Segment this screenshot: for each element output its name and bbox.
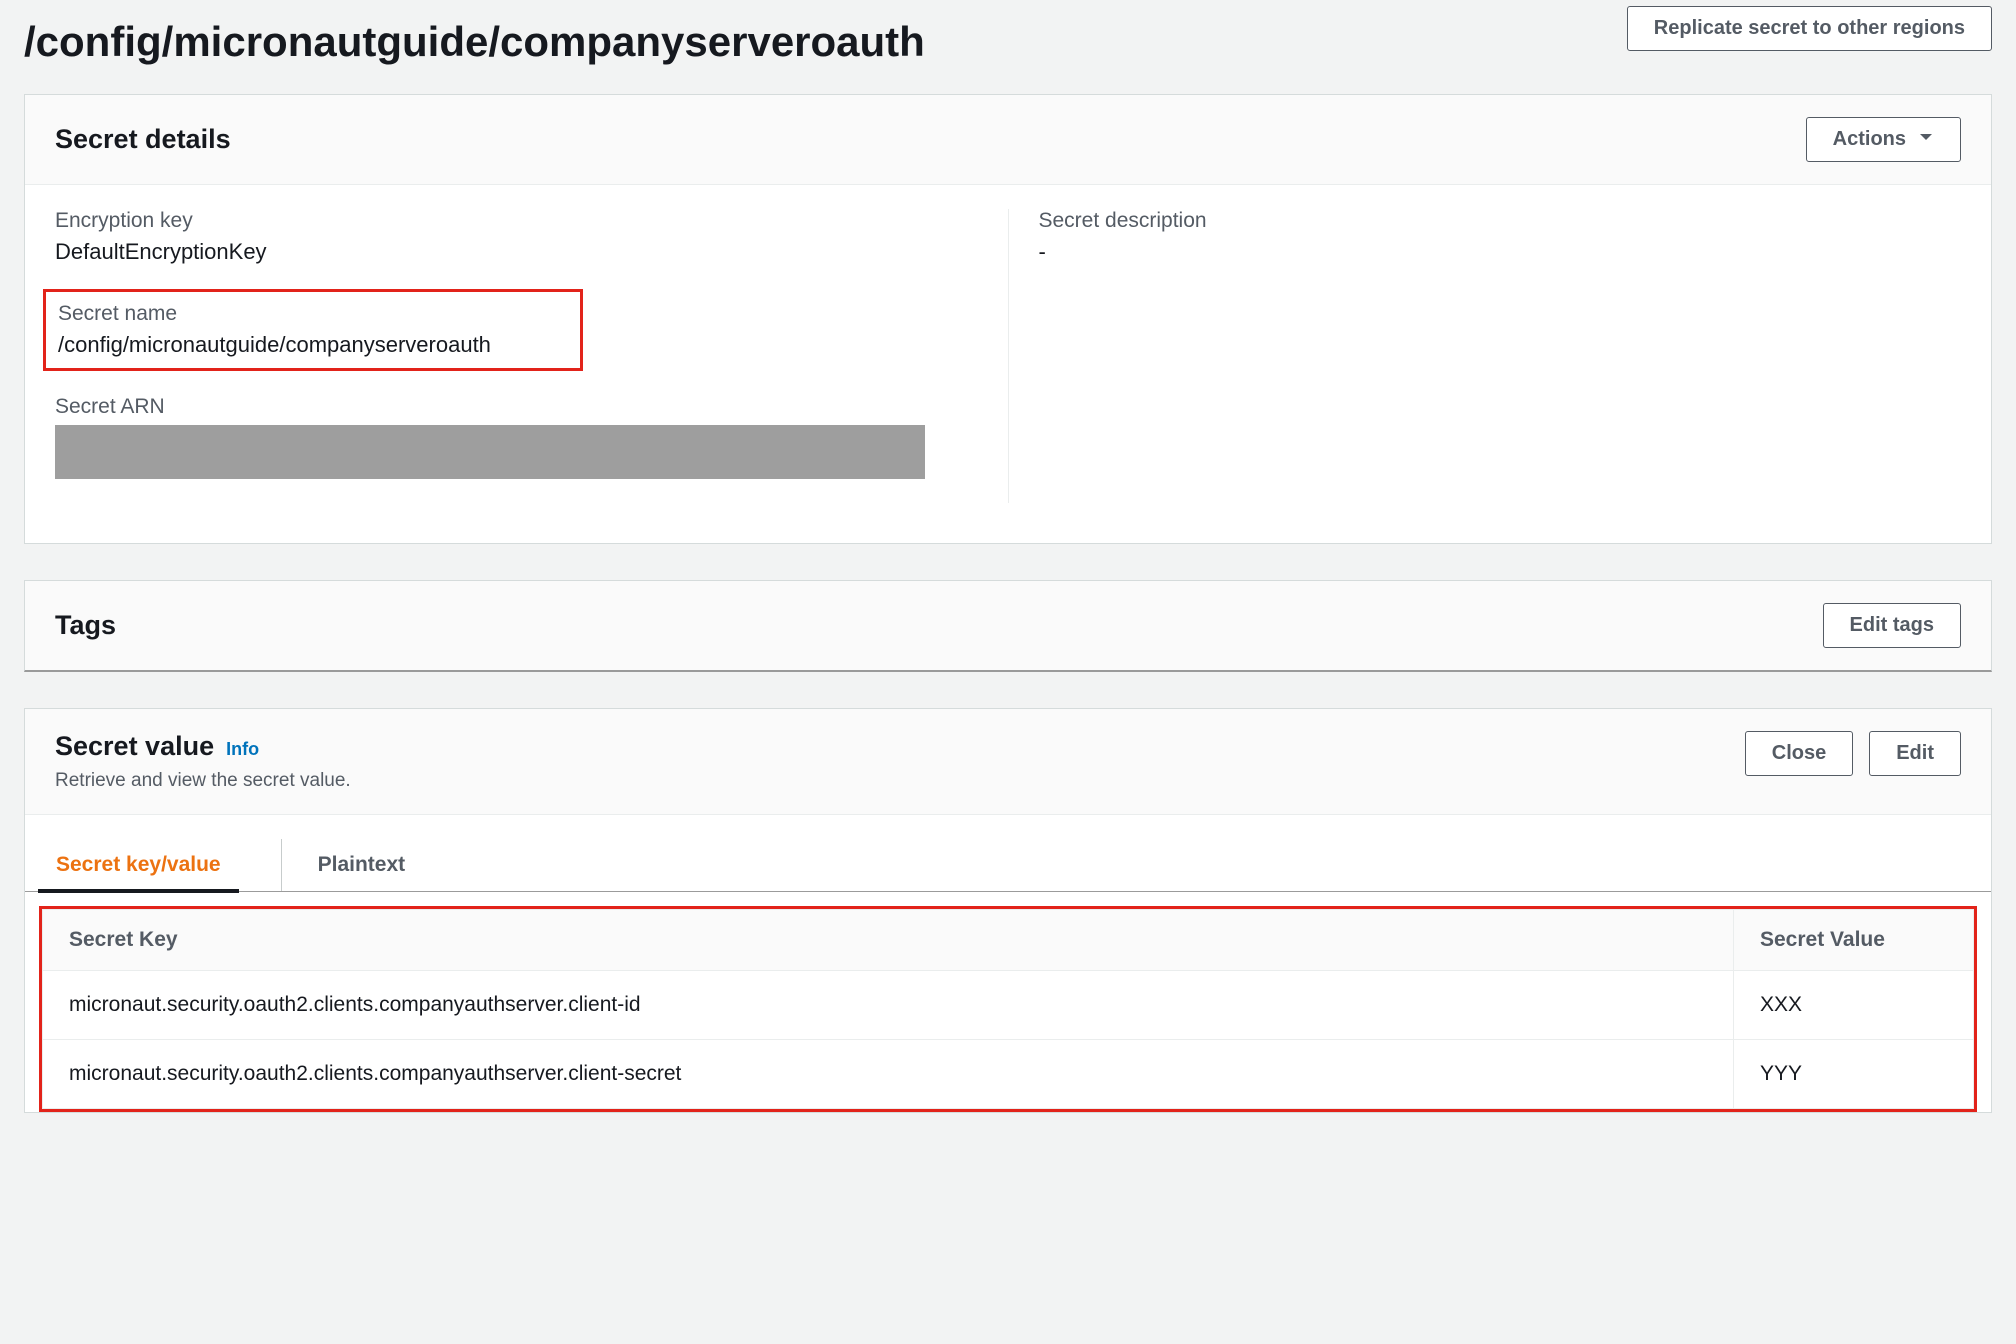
secret-value-cell: YYY	[1734, 1040, 1974, 1109]
tab-plaintext[interactable]: Plaintext	[281, 839, 406, 891]
col-secret-value: Secret Value	[1734, 910, 1974, 971]
secret-value-tabs: Secret key/value Plaintext	[25, 815, 1991, 892]
secret-kv-highlight: Secret Key Secret Value micronaut.securi…	[39, 906, 1977, 1112]
encryption-key-field: Encryption key DefaultEncryptionKey	[55, 209, 978, 265]
secret-name-highlight: Secret name /config/micronautguide/compa…	[43, 289, 583, 371]
table-row: micronaut.security.oauth2.clients.compan…	[43, 1040, 1974, 1109]
secret-value-panel: Secret value Info Retrieve and view the …	[24, 708, 1992, 1113]
tags-panel: Tags Edit tags	[24, 580, 1992, 672]
replicate-secret-button[interactable]: Replicate secret to other regions	[1627, 6, 1992, 51]
secret-description-label: Secret description	[1039, 209, 1962, 233]
actions-button-label: Actions	[1833, 128, 1906, 151]
secret-arn-field: Secret ARN	[55, 395, 978, 479]
secret-description-value: -	[1039, 239, 1962, 265]
edit-tags-button[interactable]: Edit tags	[1823, 603, 1961, 648]
secret-arn-redacted	[55, 425, 925, 479]
secret-value-heading: Secret value	[55, 731, 214, 762]
secret-kv-table: Secret Key Secret Value micronaut.securi…	[42, 909, 1974, 1109]
secret-details-panel: Secret details Actions Encryption key De…	[24, 94, 1992, 544]
secret-key-cell: micronaut.security.oauth2.clients.compan…	[43, 971, 1734, 1040]
actions-button[interactable]: Actions	[1806, 117, 1961, 162]
secret-description-field: Secret description -	[1039, 209, 1962, 265]
secret-value-description: Retrieve and view the secret value.	[55, 770, 351, 792]
info-link[interactable]: Info	[226, 739, 259, 760]
tags-heading: Tags	[55, 610, 116, 641]
secret-key-cell: micronaut.security.oauth2.clients.compan…	[43, 1040, 1734, 1109]
secret-details-heading: Secret details	[55, 124, 231, 155]
encryption-key-value: DefaultEncryptionKey	[55, 239, 978, 265]
col-secret-key: Secret Key	[43, 910, 1734, 971]
edit-button[interactable]: Edit	[1869, 731, 1961, 776]
table-row: micronaut.security.oauth2.clients.compan…	[43, 971, 1974, 1040]
encryption-key-label: Encryption key	[55, 209, 978, 233]
secret-value-cell: XXX	[1734, 971, 1974, 1040]
page-title: /config/micronautguide/companyserveroaut…	[24, 0, 925, 94]
caret-down-icon	[1918, 128, 1934, 151]
secret-name-value: /config/micronautguide/companyserveroaut…	[58, 332, 568, 358]
secret-name-label: Secret name	[58, 302, 568, 326]
close-button[interactable]: Close	[1745, 731, 1853, 776]
secret-arn-label: Secret ARN	[55, 395, 978, 419]
tab-secret-key-value[interactable]: Secret key/value	[55, 839, 221, 891]
